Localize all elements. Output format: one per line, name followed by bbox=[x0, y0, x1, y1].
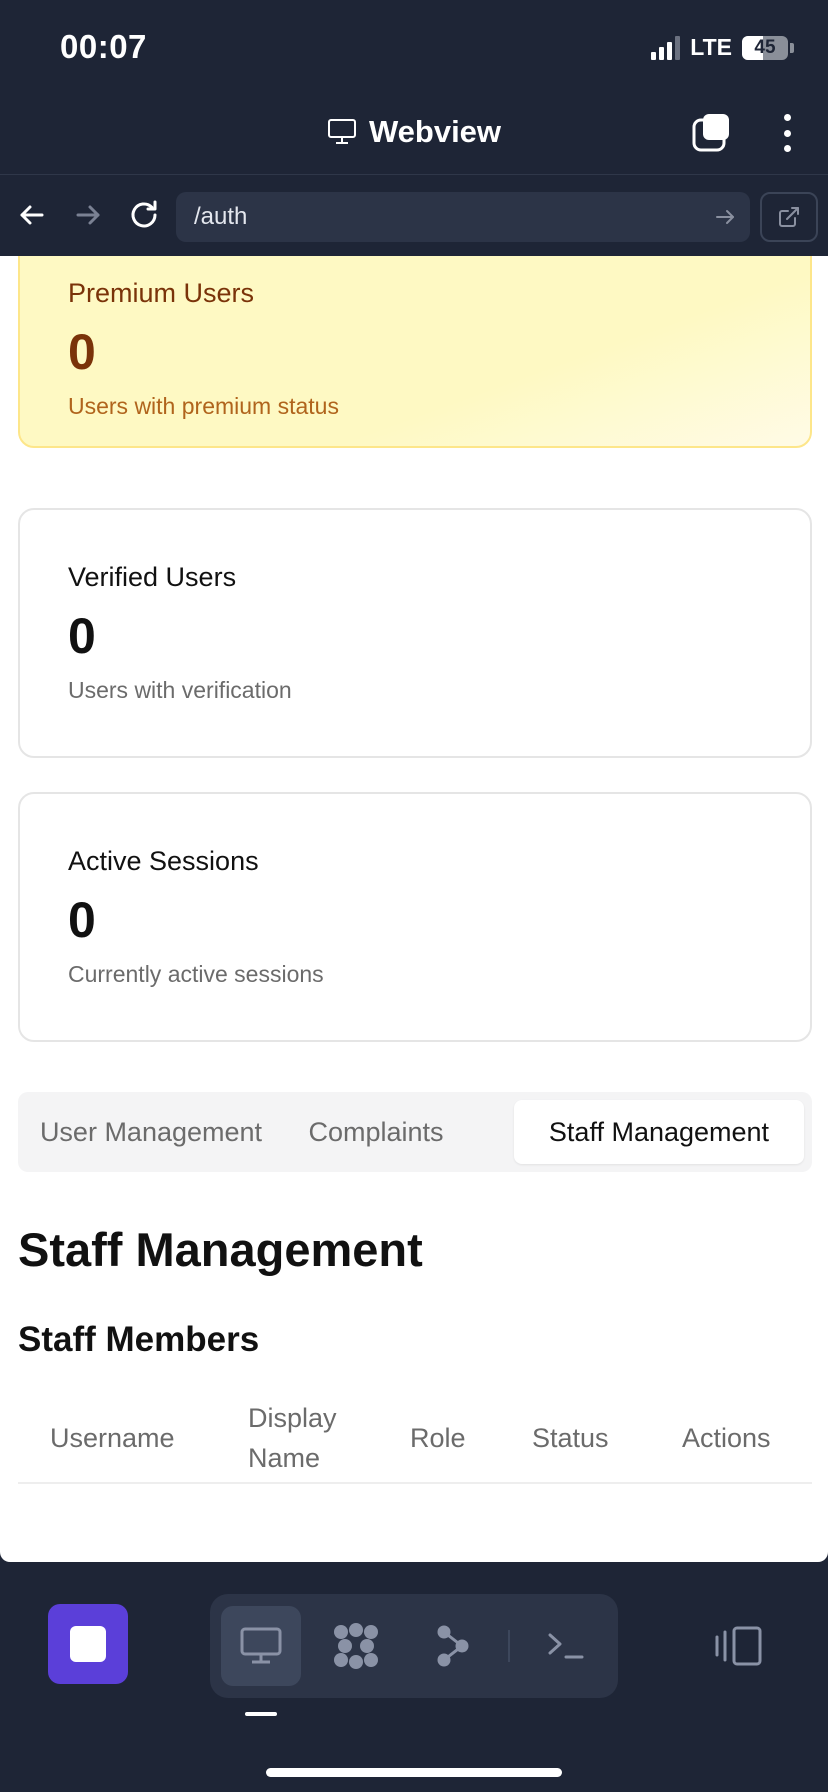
forward-icon[interactable] bbox=[70, 197, 106, 233]
staff-table-header: Username Display Name Role Status Action… bbox=[18, 1392, 812, 1484]
active-tool-indicator bbox=[245, 1712, 277, 1716]
status-time: 00:07 bbox=[60, 28, 147, 65]
tab-user-management[interactable]: User Management bbox=[26, 1100, 276, 1164]
stop-button[interactable] bbox=[48, 1604, 128, 1684]
graph-tool-button[interactable] bbox=[412, 1606, 492, 1686]
external-link-icon bbox=[779, 207, 799, 227]
url-bar: /auth bbox=[0, 174, 828, 256]
card-value: 0 bbox=[68, 324, 96, 380]
webview-content: Premium Users 0 Users with premium statu… bbox=[0, 256, 828, 1562]
section-title: Staff Management bbox=[18, 1223, 423, 1276]
monitor-tool-button[interactable] bbox=[221, 1606, 301, 1686]
battery-level: 45 bbox=[754, 36, 776, 58]
card-subtitle: Currently active sessions bbox=[68, 961, 324, 987]
reload-icon[interactable] bbox=[126, 197, 162, 233]
verified-users-card: Verified Users 0 Users with verification bbox=[18, 508, 812, 758]
cluster-icon bbox=[334, 1623, 378, 1669]
url-text: /auth bbox=[194, 203, 248, 230]
battery-icon: 45 bbox=[742, 35, 788, 60]
column-display-name: Display Name bbox=[248, 1403, 337, 1473]
terminal-icon bbox=[548, 1633, 584, 1659]
title-bar: Webview bbox=[0, 96, 828, 174]
card-title: Premium Users bbox=[68, 278, 255, 308]
page-title: Webview bbox=[368, 114, 502, 149]
column-role: Role bbox=[410, 1423, 466, 1453]
signal-icon bbox=[651, 35, 681, 60]
cluster-tool-button[interactable] bbox=[316, 1606, 396, 1686]
tab-complaints[interactable]: Complaints bbox=[286, 1100, 466, 1164]
graph-icon bbox=[437, 1625, 469, 1667]
active-sessions-card: Active Sessions 0 Currently active sessi… bbox=[18, 792, 812, 1042]
premium-users-card: Premium Users 0 Users with premium statu… bbox=[18, 256, 812, 448]
column-username: Username bbox=[50, 1423, 175, 1453]
back-icon[interactable] bbox=[14, 197, 50, 233]
stop-square-icon bbox=[70, 1626, 106, 1662]
card-title: Verified Users bbox=[68, 562, 237, 592]
terminal-tool-button[interactable] bbox=[526, 1606, 606, 1686]
column-status: Status bbox=[532, 1423, 609, 1453]
tab-staff-management[interactable]: Staff Management bbox=[514, 1100, 804, 1164]
card-title: Active Sessions bbox=[68, 846, 259, 876]
section-subtitle: Staff Members bbox=[18, 1320, 260, 1359]
tab-list: User Management Complaints Staff Managem… bbox=[18, 1092, 812, 1172]
tool-group bbox=[210, 1594, 618, 1698]
home-indicator bbox=[266, 1768, 562, 1777]
card-subtitle: Users with verification bbox=[68, 677, 292, 703]
monitor-icon bbox=[240, 1627, 282, 1664]
monitor-icon bbox=[327, 119, 356, 144]
more-vertical-icon[interactable] bbox=[780, 114, 794, 152]
card-subtitle: Users with premium status bbox=[68, 393, 339, 419]
column-actions: Actions bbox=[682, 1423, 771, 1453]
panel-toggle-icon[interactable] bbox=[714, 1624, 764, 1668]
go-arrow-icon[interactable] bbox=[714, 206, 736, 228]
status-bar: 00:07 LTE 45 bbox=[0, 0, 828, 96]
network-label: LTE bbox=[690, 34, 732, 60]
battery-tip bbox=[790, 42, 794, 53]
status-indicators: LTE 45 bbox=[651, 34, 794, 61]
card-value: 0 bbox=[68, 892, 96, 948]
card-value: 0 bbox=[68, 608, 96, 664]
open-external-button[interactable] bbox=[760, 192, 818, 242]
bottom-dock bbox=[0, 1562, 828, 1792]
tool-divider bbox=[508, 1630, 510, 1662]
tabs-icon[interactable] bbox=[692, 112, 732, 152]
url-input[interactable]: /auth bbox=[176, 192, 750, 242]
